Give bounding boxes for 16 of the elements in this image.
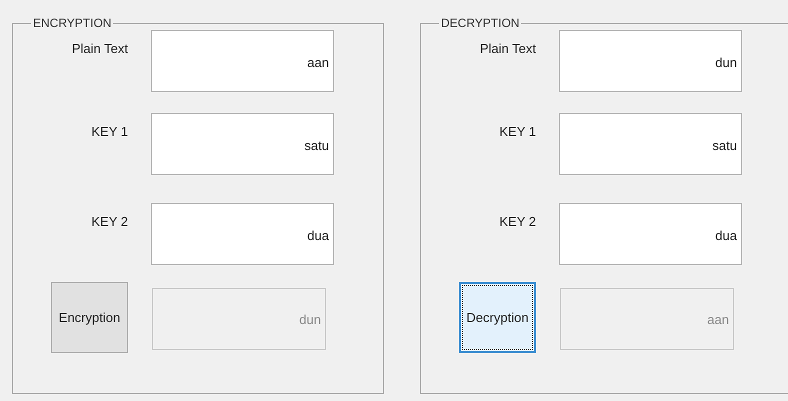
- field-label: KEY 2: [498, 213, 536, 231]
- input-field[interactable]: dua: [559, 203, 742, 265]
- panel-title: ENCRYPTION: [32, 16, 112, 30]
- field-label: KEY 1: [90, 123, 128, 141]
- input-field[interactable]: dun: [559, 30, 742, 92]
- input-field[interactable]: satu: [559, 113, 742, 175]
- panel-title: DECRYPTION: [440, 16, 520, 30]
- field-label: Plain Text: [478, 40, 536, 58]
- action-button[interactable]: Decryption: [459, 282, 536, 353]
- input-field[interactable]: dua: [151, 203, 334, 265]
- field-label: KEY 1: [498, 123, 536, 141]
- input-field[interactable]: aan: [151, 30, 334, 92]
- field-label: KEY 2: [90, 213, 128, 231]
- field-label: Plain Text: [70, 40, 128, 58]
- action-button[interactable]: Encryption: [51, 282, 128, 353]
- input-field[interactable]: satu: [151, 113, 334, 175]
